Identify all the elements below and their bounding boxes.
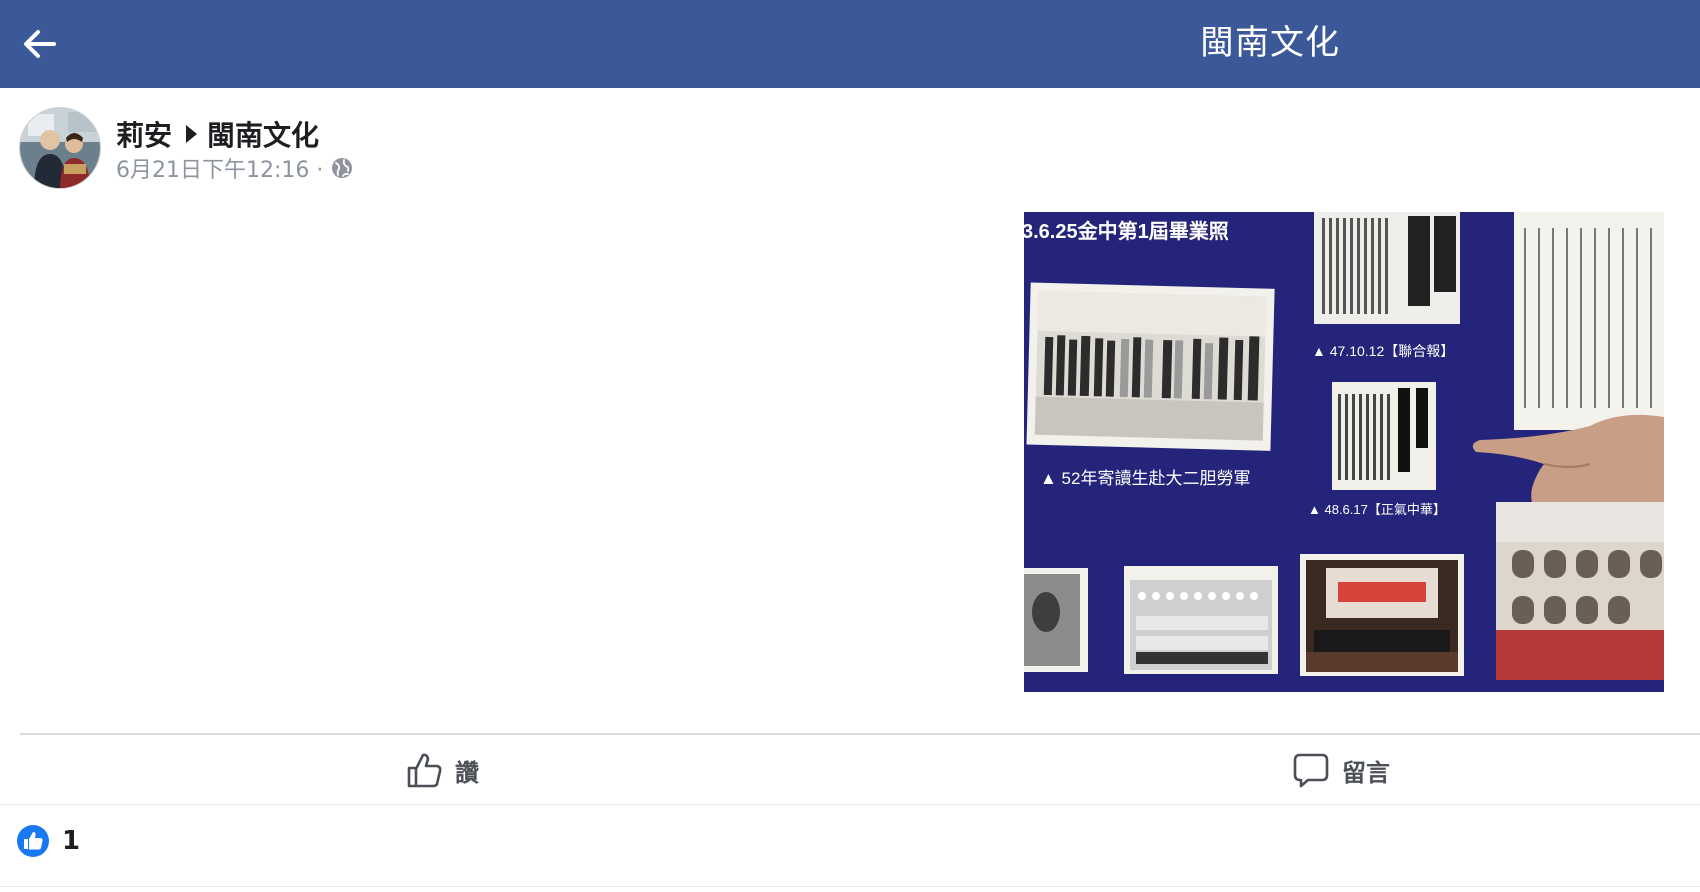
post-timestamp[interactable]: 6月21日下午12:16 · [116, 152, 323, 184]
divider [20, 733, 1700, 735]
photo-caption-news2: ▲ 48.6.17【正氣中華】 [1308, 502, 1446, 517]
divider [0, 804, 1700, 805]
post-photo[interactable]: 3.6.25金中第1屆畢業照 ▲ 52年寄讀生赴大二胆勞軍 ▲ 47.10.12… [1024, 212, 1664, 692]
divider [0, 886, 1700, 887]
group-name[interactable]: 閩南文化 [207, 114, 319, 154]
post-author-line: 莉安 閩南文化 [116, 114, 319, 154]
like-reaction-icon [17, 825, 49, 857]
photo-caption-left: ▲ 52年寄讀生赴大二胆勞軍 [1040, 469, 1250, 488]
caret-right-icon [186, 125, 198, 143]
photo-group-picture [1026, 282, 1275, 451]
arrow-left-icon [24, 30, 56, 58]
author-name[interactable]: 莉安 [116, 114, 172, 154]
comment-label: 留言 [1342, 758, 1390, 787]
like-label: 讚 [455, 758, 479, 787]
back-button[interactable] [18, 22, 62, 66]
photo-caption-news1: ▲ 47.10.12【聯合報】 [1312, 343, 1454, 359]
reactions-summary[interactable]: 1 [16, 823, 80, 859]
avatar[interactable] [19, 107, 101, 189]
page-title: 閩南文化 [1200, 23, 1340, 63]
comment-button[interactable]: 留言 [1292, 742, 1390, 798]
like-button[interactable]: 讚 [405, 742, 479, 798]
thumbs-up-icon [407, 753, 442, 788]
globe-icon [332, 158, 353, 178]
photo-caption-top: 3.6.25金中第1屆畢業照 [1024, 219, 1229, 243]
reaction-count: 1 [62, 826, 81, 856]
top-navigation-bar: 閩南文化 [0, 0, 1700, 88]
comment-icon [1293, 753, 1329, 788]
post-meta: 6月21日下午12:16 · [116, 153, 353, 183]
